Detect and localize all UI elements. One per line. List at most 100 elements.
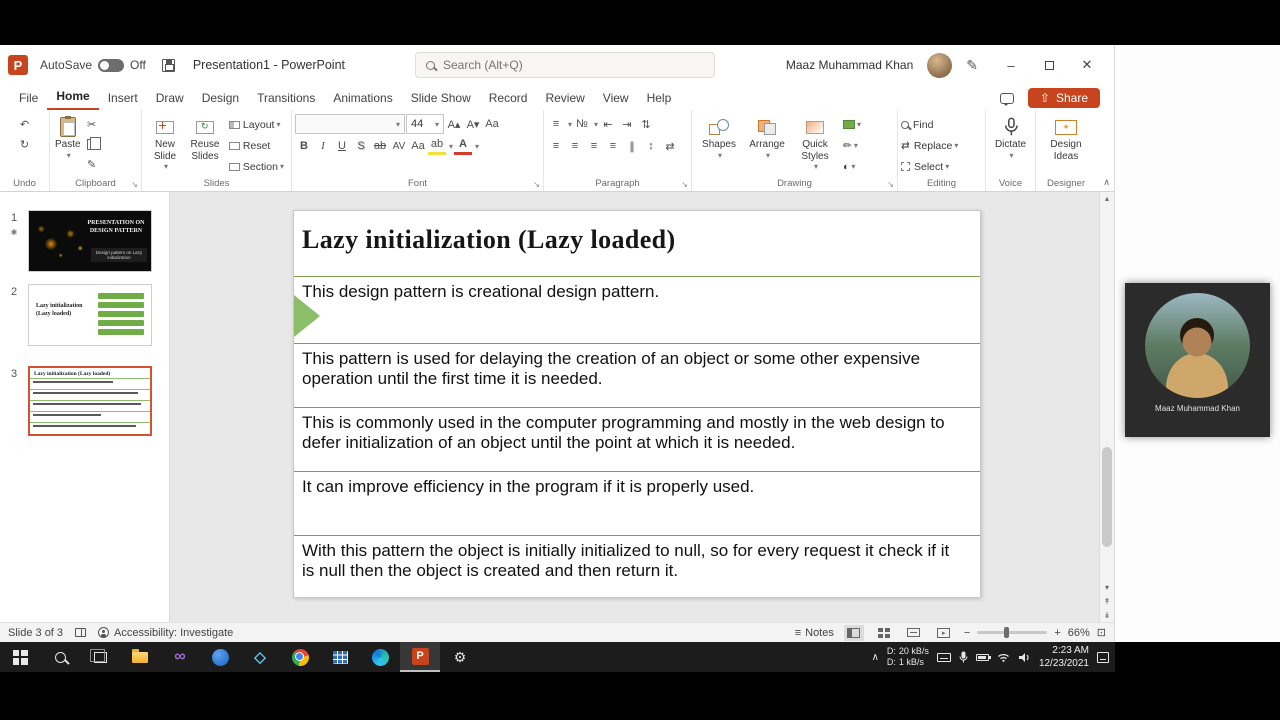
decrease-indent-button[interactable]: ⇤ (599, 115, 617, 133)
scrollbar-thumb[interactable] (1102, 447, 1112, 547)
slide-1-thumbnail[interactable]: PRESENTATION ON DESIGN PATTERN Design pa… (28, 210, 152, 272)
select-button[interactable]: Select ▾ (901, 157, 982, 176)
file-explorer-button[interactable] (120, 642, 160, 672)
change-case-button[interactable]: Aa (409, 137, 427, 155)
search-box[interactable] (415, 52, 715, 78)
tab-design[interactable]: Design (193, 87, 248, 110)
shapes-button[interactable]: Shapes ▾ (695, 113, 743, 177)
slide-3-thumbnail-selected[interactable]: Lazy initialization (Lazy loaded) (28, 366, 152, 436)
clipboard-dialog-launcher[interactable]: ↘ (131, 180, 138, 189)
speaker-tray-icon[interactable] (1018, 652, 1031, 663)
powerpoint-app-icon[interactable]: P (8, 55, 28, 75)
bold-button[interactable]: B (295, 137, 313, 155)
clock[interactable]: 2:23 AM 12/23/2021 (1039, 644, 1089, 670)
slide-text-row[interactable]: This design pattern is creational design… (294, 277, 980, 343)
app-button-blue[interactable] (200, 642, 240, 672)
cut-button[interactable]: ✂ (83, 115, 101, 133)
line-spacing-button[interactable]: ↕ (642, 137, 660, 155)
design-ideas-button[interactable]: ✦ Design Ideas (1039, 113, 1093, 164)
proofing-icon[interactable] (75, 628, 87, 637)
edge-button[interactable] (360, 642, 400, 672)
pen-icon[interactable]: ✎ (966, 57, 978, 74)
strikethrough-button[interactable]: ab (371, 137, 389, 155)
fit-slide-button[interactable]: ⊡ (1097, 626, 1106, 639)
zoom-in-button[interactable]: + (1054, 627, 1060, 639)
text-highlight-button[interactable]: ab (428, 137, 446, 155)
tab-help[interactable]: Help (638, 87, 681, 110)
settings-button[interactable]: ⚙ (440, 642, 480, 672)
redo-button[interactable]: ↻ (16, 135, 34, 153)
slide-editor[interactable]: Lazy initialization (Lazy loaded) This d… (293, 210, 981, 598)
tab-draw[interactable]: Draw (147, 87, 193, 110)
account-avatar[interactable] (927, 52, 953, 78)
slide-text-row[interactable]: This pattern is used for delaying the cr… (294, 343, 980, 407)
columns-button[interactable]: ∥ (623, 137, 641, 155)
increase-indent-button[interactable]: ⇥ (618, 115, 636, 133)
tab-transitions[interactable]: Transitions (248, 87, 324, 110)
underline-button[interactable]: U (333, 137, 351, 155)
action-center-icon[interactable] (1097, 651, 1109, 663)
slide-sorter-view-button[interactable] (874, 625, 894, 641)
font-color-dropdown-icon[interactable]: ▾ (475, 142, 479, 151)
replace-button[interactable]: ⇄ Replace ▾ (901, 136, 982, 155)
zoom-slider-knob[interactable] (1003, 627, 1009, 638)
align-right-button[interactable]: ≡ (585, 137, 603, 155)
section-button[interactable]: Section ▾ (229, 157, 284, 176)
next-slide-button[interactable]: ↡ (1104, 611, 1111, 620)
tab-file[interactable]: File (10, 87, 47, 110)
bullets-dropdown-icon[interactable]: ▾ (568, 120, 572, 129)
find-button[interactable]: Find (901, 115, 982, 134)
clear-formatting-button[interactable]: Aa (483, 115, 501, 133)
slide-show-button[interactable]: ▸ (934, 625, 954, 641)
visual-studio-button[interactable]: ∞ (160, 642, 200, 672)
zoom-slider[interactable] (977, 627, 1048, 638)
slide-text-row[interactable]: With this pattern the object is initiall… (294, 535, 980, 600)
highlight-dropdown-icon[interactable]: ▾ (449, 142, 453, 151)
slide-2-thumbnail[interactable]: Lazy initialization (Lazy loaded) (28, 284, 152, 346)
convert-smartart-button[interactable]: ⇄ (661, 137, 679, 155)
search-input[interactable] (443, 58, 683, 72)
collapse-ribbon-button[interactable]: ∧ (1103, 177, 1110, 188)
minimize-button[interactable]: – (992, 49, 1030, 81)
grow-font-button[interactable]: A▴ (445, 115, 463, 133)
microphone-tray-icon[interactable] (959, 651, 968, 663)
zoom-level[interactable]: 66% (1068, 627, 1090, 639)
accessibility-status[interactable]: Accessibility: Investigate (98, 627, 233, 639)
shrink-font-button[interactable]: A▾ (464, 115, 482, 133)
chrome-button[interactable] (280, 642, 320, 672)
share-button[interactable]: ⇧ Share (1027, 88, 1100, 108)
layout-button[interactable]: Layout ▾ (229, 115, 284, 134)
paragraph-dialog-launcher[interactable]: ↘ (681, 180, 688, 189)
numbering-dropdown-icon[interactable]: ▾ (594, 120, 598, 129)
reuse-slides-button[interactable]: ↻ Reuse Slides (185, 113, 225, 177)
vertical-scrollbar[interactable]: ▴ ▾ ↟ ↡ (1099, 192, 1114, 622)
text-direction-button[interactable]: ⇅ (637, 115, 655, 133)
font-size-combo[interactable]: 44 ▾ (406, 114, 444, 134)
tab-record[interactable]: Record (480, 87, 537, 110)
normal-view-button[interactable] (843, 624, 864, 641)
tray-overflow-button[interactable]: ∧ (872, 652, 879, 663)
tab-home[interactable]: Home (47, 85, 99, 110)
slide-text-row[interactable]: This is commonly used in the computer pr… (294, 407, 980, 471)
paste-button[interactable]: Paste ▾ (53, 113, 83, 177)
justify-button[interactable]: ≡ (604, 137, 622, 155)
new-slide-button[interactable]: New Slide ▾ (145, 113, 185, 177)
shape-outline-button[interactable]: ✏ ▾ (843, 136, 861, 155)
reset-button[interactable]: Reset (229, 136, 284, 155)
tab-slide-show[interactable]: Slide Show (402, 87, 480, 110)
align-left-button[interactable]: ≡ (547, 137, 565, 155)
previous-slide-button[interactable]: ↟ (1104, 597, 1111, 606)
numbering-button[interactable]: № (573, 115, 591, 133)
copy-button[interactable] (83, 135, 102, 153)
taskbar-search-button[interactable] (40, 642, 80, 672)
battery-tray-icon[interactable] (975, 653, 991, 661)
tab-review[interactable]: Review (536, 87, 593, 110)
arrange-button[interactable]: Arrange ▾ (743, 113, 791, 177)
autosave-control[interactable]: AutoSave Off (40, 58, 146, 72)
shape-effects-button[interactable]: ◐ ▾ (843, 157, 861, 176)
text-shadow-button[interactable]: S (352, 137, 370, 155)
font-dialog-launcher[interactable]: ↘ (533, 180, 540, 189)
comments-icon[interactable] (999, 92, 1014, 106)
format-painter-button[interactable]: ✎ (83, 155, 101, 173)
viewer-3d-button[interactable]: ◇ (240, 642, 280, 672)
